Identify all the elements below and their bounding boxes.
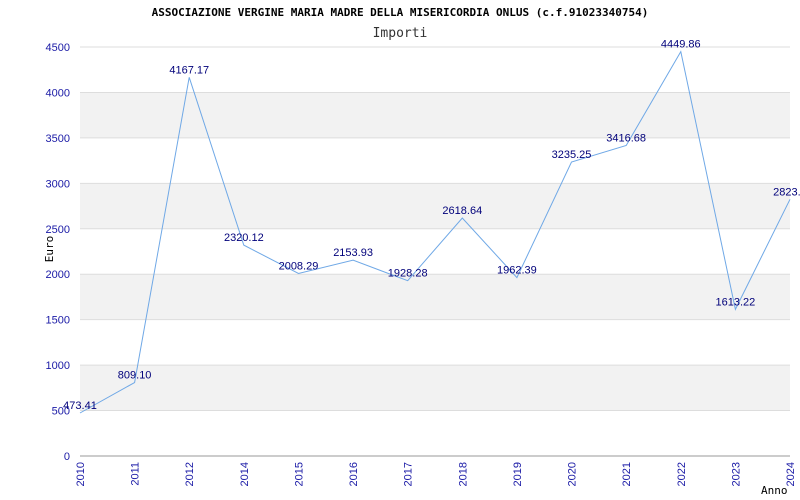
x-tick-label: 2017 bbox=[403, 462, 415, 486]
y-tick-label: 0 bbox=[64, 451, 70, 463]
plot-band bbox=[80, 183, 790, 229]
data-label: 809.10 bbox=[118, 369, 152, 381]
y-tick-label: 1500 bbox=[46, 315, 70, 327]
data-label: 1613.22 bbox=[716, 296, 756, 308]
data-label: 2823.8 bbox=[773, 186, 800, 198]
x-tick-label: 2022 bbox=[676, 462, 688, 486]
y-tick-label: 4000 bbox=[46, 87, 70, 99]
data-label: 2008.29 bbox=[279, 260, 319, 272]
chart-subtitle: Importi bbox=[373, 26, 428, 41]
x-tick-label: 2024 bbox=[785, 462, 797, 486]
data-label: 3235.25 bbox=[552, 149, 592, 161]
y-tick-label: 1000 bbox=[46, 360, 70, 372]
x-tick-label: 2020 bbox=[567, 462, 579, 486]
chart-title: ASSOCIAZIONE VERGINE MARIA MADRE DELLA M… bbox=[152, 6, 649, 19]
x-tick-label: 2015 bbox=[293, 462, 305, 486]
data-label: 2618.64 bbox=[442, 205, 482, 217]
x-tick-label: 2011 bbox=[130, 462, 142, 486]
x-tick-label: 2012 bbox=[184, 462, 196, 486]
y-tick-label: 2500 bbox=[46, 224, 70, 236]
plot-band bbox=[80, 92, 790, 138]
data-label: 2153.93 bbox=[333, 247, 373, 259]
plot-background-bands bbox=[80, 92, 790, 411]
line-chart: 050010001500200025003000350040004500 201… bbox=[43, 6, 800, 497]
x-tick-label: 2023 bbox=[730, 462, 742, 486]
plot-band bbox=[80, 365, 790, 411]
y-tick-label: 2000 bbox=[46, 269, 70, 281]
x-axis-title: Anno bbox=[761, 484, 788, 497]
x-tick-label: 2021 bbox=[621, 462, 633, 486]
x-tick-label: 2016 bbox=[348, 462, 360, 486]
y-tick-label: 4500 bbox=[46, 42, 70, 54]
x-tick-label: 2018 bbox=[457, 462, 469, 486]
y-axis-title: Euro bbox=[43, 236, 56, 263]
data-label: 1962.39 bbox=[497, 265, 537, 277]
y-tick-label: 3000 bbox=[46, 178, 70, 190]
data-label: 1928.28 bbox=[388, 268, 428, 280]
plot-band bbox=[80, 274, 790, 320]
x-tick-label: 2014 bbox=[239, 462, 251, 486]
x-tick-label: 2019 bbox=[512, 462, 524, 486]
data-label: 2320.12 bbox=[224, 232, 264, 244]
y-tick-label: 3500 bbox=[46, 133, 70, 145]
x-tick-label: 2010 bbox=[75, 462, 87, 486]
data-label: 473.41 bbox=[63, 400, 97, 412]
data-label: 4167.17 bbox=[169, 64, 209, 76]
x-tick-labels: 2010 2011 2012 2014 2015 2016 2017 2018 2019 2020… bbox=[75, 462, 797, 486]
data-label: 3416.68 bbox=[606, 132, 646, 144]
data-label: 4449.86 bbox=[661, 39, 701, 51]
